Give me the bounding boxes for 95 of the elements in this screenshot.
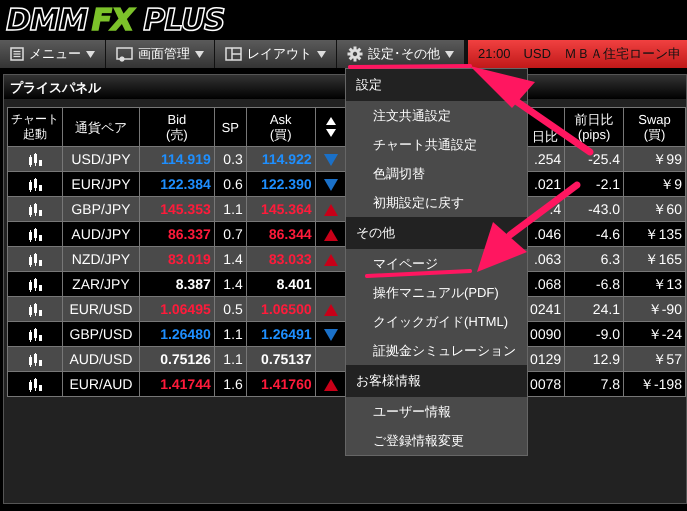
swap-value: ￥13 [624, 272, 686, 296]
bid-price: 1.26480 [139, 322, 214, 346]
swap-value: ￥57 [624, 346, 686, 372]
ask-price: 145.364 [246, 196, 316, 222]
swap-value: ￥60 [624, 196, 686, 222]
swap-value: ￥9 [624, 172, 686, 196]
spread-value: 1.1 [214, 346, 246, 372]
menu-button[interactable]: メニュー [0, 40, 106, 68]
column-header: 通貨ペア [62, 108, 140, 146]
pips-change: 6.3 [564, 246, 624, 272]
ask-price: 1.26491 [246, 322, 316, 346]
spread-value: 1.1 [214, 196, 246, 222]
ask-price: 0.75137 [246, 346, 316, 372]
column-header: Bid (売) [139, 108, 214, 146]
menu-button[interactable]: 設定･その他 [337, 40, 465, 68]
bid-price: 1.41744 [139, 372, 214, 396]
candlestick-icon[interactable] [28, 302, 42, 317]
candlestick-icon[interactable] [28, 228, 42, 242]
ask-price: 1.41760 [246, 372, 316, 396]
currency-pair: EUR/USD [62, 296, 140, 322]
candlestick-icon[interactable] [28, 202, 42, 217]
currency-pair: USD/JPY [62, 146, 140, 172]
currency-pair: GBP/JPY [62, 196, 140, 222]
swap-value: ￥-198 [624, 372, 686, 396]
bid-price: 122.384 [139, 172, 214, 196]
column-header: SP [214, 108, 246, 146]
swap-value: ￥135 [624, 222, 686, 246]
spread-value: 1.1 [214, 322, 246, 346]
ask-price: 86.344 [246, 222, 316, 246]
pips-change: -43.0 [564, 196, 624, 222]
currency-pair: GBP/USD [62, 322, 140, 346]
spread-value: 0.5 [214, 296, 246, 322]
logo-text: FX [92, 4, 134, 38]
spread-value: 0.7 [214, 222, 246, 246]
pips-change: -6.8 [564, 272, 624, 296]
currency-pair: EUR/AUD [62, 372, 140, 396]
caret-icon [445, 50, 454, 58]
column-header: チャート起動 [11, 112, 59, 142]
layout-icon [225, 47, 242, 61]
swap-value: ￥-90 [624, 296, 686, 322]
candlestick-icon[interactable] [28, 152, 42, 167]
candlestick-icon[interactable] [28, 178, 42, 192]
column-header: 前日比 (pips) [564, 108, 624, 146]
pips-change: 7.8 [564, 372, 624, 396]
currency-pair: AUD/USD [62, 346, 140, 372]
menu-button[interactable]: レイアウト [215, 40, 337, 68]
bid-price: 145.353 [139, 196, 214, 222]
pips-change: -9.0 [564, 322, 624, 346]
monitor-icon [116, 46, 133, 62]
candlestick-icon[interactable] [28, 252, 42, 267]
spread-value: 1.4 [214, 246, 246, 272]
swap-value: ￥99 [624, 146, 686, 172]
menu-item[interactable]: ご登録情報変更 [346, 426, 527, 455]
candlestick-icon[interactable] [28, 378, 42, 392]
logo-text: DMM [6, 4, 88, 38]
news-ticker: 21:00 USD ＭＢＡ住宅ローン申 [468, 40, 687, 68]
settings-icon [347, 46, 363, 62]
candlestick-icon[interactable] [28, 328, 42, 342]
currency-pair: AUD/JPY [62, 222, 140, 246]
pips-change: 12.9 [564, 346, 624, 372]
ask-price: 114.922 [246, 146, 316, 172]
spread-value: 0.3 [214, 146, 246, 172]
menu-button[interactable]: 画面管理 [106, 40, 215, 68]
column-header: Ask (買) [246, 108, 316, 146]
caret-icon [195, 50, 204, 58]
candlestick-icon[interactable] [28, 278, 42, 292]
ask-price: 1.06500 [246, 296, 316, 322]
sort-icon [326, 116, 336, 138]
spread-value: 0.6 [214, 172, 246, 196]
currency-pair: NZD/JPY [62, 246, 140, 272]
list-icon [10, 47, 24, 61]
pips-change: -4.6 [564, 222, 624, 246]
caret-icon [317, 50, 326, 58]
ask-price: 8.401 [246, 272, 316, 296]
bid-price: 86.337 [139, 222, 214, 246]
swap-value: ￥-24 [624, 322, 686, 346]
pips-change: 24.1 [564, 296, 624, 322]
bid-price: 83.019 [139, 246, 214, 272]
currency-pair: EUR/JPY [62, 172, 140, 196]
column-header: Swap (買) [624, 108, 686, 146]
menu-section-header: お客様情報 [346, 365, 527, 397]
spread-value: 1.4 [214, 272, 246, 296]
bid-price: 114.919 [139, 146, 214, 172]
ask-price: 122.390 [246, 172, 316, 196]
bid-price: 8.387 [139, 272, 214, 296]
swap-value: ￥165 [624, 246, 686, 272]
menu-item[interactable]: ユーザー情報 [346, 397, 527, 426]
bid-price: 0.75126 [139, 346, 214, 372]
spread-value: 1.6 [214, 372, 246, 396]
candlestick-icon[interactable] [28, 352, 42, 367]
ask-price: 83.033 [246, 246, 316, 272]
currency-pair: ZAR/JPY [62, 272, 140, 296]
logo-text: PLUS [143, 4, 225, 38]
caret-icon [86, 50, 95, 58]
bid-price: 1.06495 [139, 296, 214, 322]
